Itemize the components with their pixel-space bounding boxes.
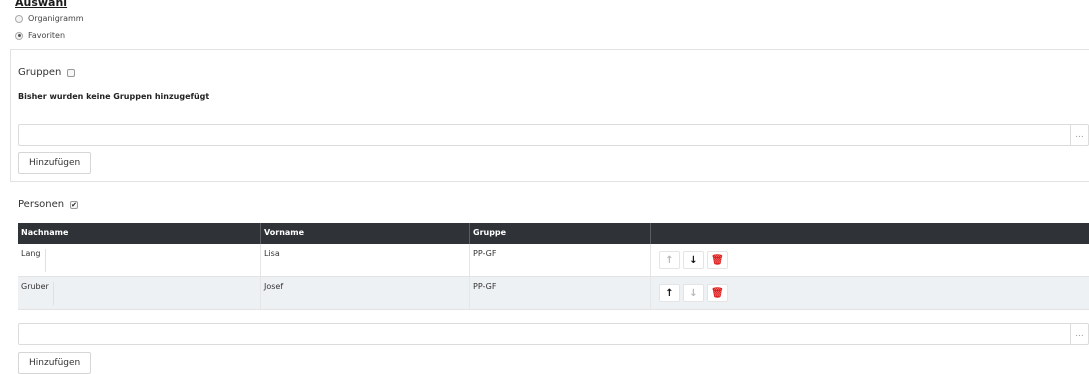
persons-label-text: Personen xyxy=(18,199,65,210)
cell-gruppe: PP-GF xyxy=(470,244,651,276)
section-border xyxy=(10,49,11,181)
cell-actions: ↑ ↓ 🗑 xyxy=(651,244,1089,276)
divider xyxy=(10,181,1089,182)
cell-vorname: Josef xyxy=(261,277,470,309)
groups-add-button[interactable]: Hinzufügen xyxy=(18,152,92,174)
groups-empty-message: Bisher wurden keine Gruppen hinzugefügt xyxy=(18,92,210,101)
selection-heading: Auswahl xyxy=(15,0,68,9)
table-header: Nachname Vorname Gruppe xyxy=(18,223,1089,244)
groups-label: Gruppen xyxy=(18,67,76,78)
trash-icon[interactable]: 🗑 xyxy=(707,251,728,269)
persons-picker-more-button[interactable]: ... xyxy=(1070,324,1088,344)
arrow-up-icon: ↑ xyxy=(659,251,680,269)
column-header-vorname[interactable]: Vorname xyxy=(261,223,470,244)
table-row: Gruber Josef PP-GF ↑ ↓ 🗑 xyxy=(18,277,1089,310)
cell-nachname-text: Lang xyxy=(21,249,46,272)
arrow-down-icon[interactable]: ↓ xyxy=(683,251,704,269)
cell-nachname: Gruber xyxy=(18,277,261,309)
radio-favoriten[interactable]: Favoriten xyxy=(15,31,65,40)
arrow-up-icon[interactable]: ↑ xyxy=(659,284,680,302)
radio-label: Organigramm xyxy=(28,14,84,23)
persons-add-button[interactable]: Hinzufügen xyxy=(18,352,92,374)
persons-table: Nachname Vorname Gruppe Lang Lisa PP-GF … xyxy=(18,223,1089,310)
table-row: Lang Lisa PP-GF ↑ ↓ 🗑 xyxy=(18,244,1089,277)
trash-icon[interactable]: 🗑 xyxy=(707,284,728,302)
groups-label-text: Gruppen xyxy=(18,67,62,78)
cell-nachname: Lang xyxy=(18,244,261,276)
radio-icon[interactable] xyxy=(15,14,23,23)
radio-checked-icon[interactable] xyxy=(15,31,23,40)
persons-checkbox[interactable]: ✔ xyxy=(70,200,79,209)
arrow-down-icon: ↓ xyxy=(683,284,704,302)
cell-nachname-text: Gruber xyxy=(21,282,54,305)
persons-picker-input[interactable]: ... xyxy=(18,323,1089,345)
persons-label: Personen ✔ xyxy=(18,199,79,210)
cell-vorname: Lisa xyxy=(261,244,470,276)
radio-organigramm[interactable]: Organigramm xyxy=(15,14,84,23)
radio-label: Favoriten xyxy=(28,31,66,40)
groups-picker-input[interactable]: ... xyxy=(18,124,1089,146)
divider xyxy=(10,49,1089,50)
column-header-gruppe[interactable]: Gruppe xyxy=(470,223,651,244)
cell-gruppe: PP-GF xyxy=(470,277,651,309)
cell-actions: ↑ ↓ 🗑 xyxy=(651,277,1089,309)
column-header-actions xyxy=(651,223,1089,244)
groups-picker-more-button[interactable]: ... xyxy=(1070,125,1088,145)
column-header-nachname[interactable]: Nachname xyxy=(18,223,261,244)
groups-checkbox[interactable] xyxy=(67,68,76,77)
